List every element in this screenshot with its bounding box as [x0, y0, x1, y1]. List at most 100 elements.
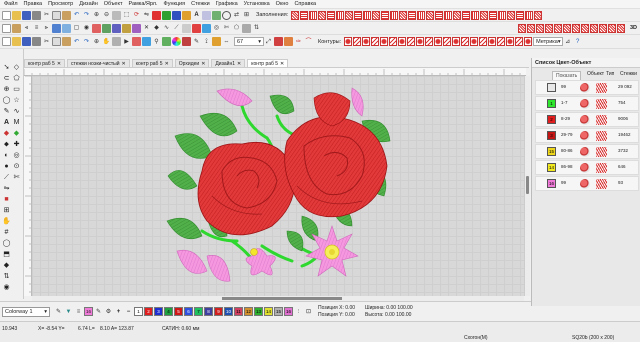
trace-icon[interactable] [242, 23, 251, 33]
star-tool-icon[interactable]: ☆ [12, 96, 21, 105]
mirror-icon[interactable]: ⇋ [142, 11, 151, 20]
pos-y-input[interactable]: 0.00 [345, 312, 355, 318]
color-swatch[interactable]: 2 [144, 307, 153, 316]
fill-pattern-sample[interactable] [435, 10, 444, 20]
color-swatch[interactable]: 12 [244, 307, 253, 316]
document-tab[interactable]: стежки ноэки-чистый ✕ [67, 59, 130, 67]
contour-pattern-sample[interactable] [371, 37, 380, 46]
vertical-scrollbar[interactable] [524, 76, 530, 296]
color-swatch[interactable]: 13 [254, 307, 263, 316]
new-file-icon[interactable] [2, 10, 11, 20]
zoom-in-icon[interactable]: ⊕ [92, 11, 101, 20]
text-icon[interactable]: A [192, 11, 201, 20]
rotate-icon[interactable]: ⟳ [132, 11, 141, 20]
contour-pattern-sample[interactable] [407, 37, 416, 46]
fill-pattern-sample[interactable] [544, 23, 553, 33]
applique-icon[interactable] [92, 23, 101, 33]
minus-icon[interactable]: − [124, 307, 133, 316]
fill-pattern-sample[interactable] [363, 10, 372, 20]
fill-pattern-sample[interactable] [309, 10, 318, 20]
document-tab[interactable]: контр раб 5 ✕ [131, 59, 173, 67]
fill-pattern-sample[interactable] [372, 10, 381, 20]
fill-pattern-sample[interactable] [318, 10, 327, 20]
border-tool-icon[interactable] [202, 23, 211, 33]
paste-icon[interactable] [62, 10, 71, 20]
close-icon[interactable]: ✕ [122, 61, 126, 67]
list-item[interactable]: 99 29 092 [535, 80, 639, 95]
print-icon[interactable] [32, 10, 41, 20]
connect-icon[interactable] [162, 37, 171, 46]
contour-pattern-sample[interactable] [416, 37, 425, 46]
color2-icon[interactable] [162, 10, 171, 20]
fill-pattern-sample[interactable] [607, 23, 616, 33]
hoop-tool-icon[interactable]: ◯ [2, 239, 11, 248]
contour-pattern-sample[interactable] [380, 37, 389, 46]
zoom-out-icon[interactable]: ⊖ [102, 11, 111, 20]
contour-pattern-sample[interactable] [524, 37, 533, 46]
measure-tool-icon[interactable]: ⊞ [2, 206, 11, 215]
node-icon[interactable]: ◆ [152, 24, 161, 33]
contour-pattern-sample[interactable] [344, 37, 353, 46]
contour-pattern-sample[interactable] [452, 37, 461, 46]
fill-pattern-sample[interactable] [571, 23, 580, 33]
color-swatch[interactable]: 2 [547, 115, 556, 124]
cut-small-icon[interactable]: ✂ [42, 37, 51, 46]
bean-icon[interactable] [122, 23, 131, 33]
add-icon[interactable]: + [114, 307, 123, 316]
undo-icon[interactable]: ↶ [72, 11, 81, 20]
new-icon[interactable] [2, 37, 11, 46]
grid-icon[interactable] [112, 10, 121, 20]
contour-pattern-sample[interactable] [434, 37, 443, 46]
label-3d[interactable]: 3D [630, 25, 637, 31]
realistic-icon[interactable] [132, 37, 141, 46]
color-wheel-icon[interactable] [172, 37, 181, 46]
polygon-icon[interactable]: ⬠ [12, 74, 21, 83]
zoom-small-icon[interactable]: ⊕ [92, 37, 101, 46]
fill-pattern-sample[interactable] [480, 10, 489, 20]
fill-pattern-sample[interactable] [408, 10, 417, 20]
align-right-icon[interactable]: ⫸ [42, 24, 51, 33]
contour-pattern-sample[interactable] [398, 37, 407, 46]
zoom-select[interactable]: 67 ▾ [234, 37, 264, 46]
document-tab[interactable]: Дизайн1 ✕ [211, 59, 246, 67]
fill-pattern-sample[interactable] [300, 10, 309, 20]
reshape-icon[interactable]: ⬠ [232, 24, 241, 33]
satin-tool-icon[interactable]: ◆ [12, 129, 21, 138]
bezier-icon[interactable]: ∿ [162, 24, 171, 33]
rect-tool-icon[interactable]: ▭ [12, 85, 21, 94]
color-swatch[interactable]: 16 [547, 179, 556, 188]
motif-icon[interactable] [132, 23, 141, 33]
save-small-icon[interactable] [22, 37, 31, 46]
run-stitch-icon[interactable] [274, 37, 283, 46]
menu-item[interactable]: Функция [164, 1, 186, 7]
layers-icon[interactable] [12, 23, 21, 33]
lock-icon[interactable]: ▢ [72, 24, 81, 33]
list-item[interactable]: 3 29-79 19462 [535, 128, 639, 143]
fill-pattern-sample[interactable] [616, 23, 625, 33]
menu-item[interactable]: Графика [216, 1, 238, 7]
fill-pattern-sample[interactable] [598, 23, 607, 33]
knife-icon[interactable]: ⟋ [172, 24, 181, 33]
zoom-tool-icon[interactable]: ⊕ [2, 85, 11, 94]
width-input[interactable]: 0.00 [386, 305, 396, 311]
pencil-tool-icon[interactable]: ✎ [2, 107, 11, 116]
run-icon[interactable] [112, 23, 121, 33]
fill-pattern-sample[interactable] [336, 10, 345, 20]
fill-pattern-sample[interactable] [489, 10, 498, 20]
current-color-swatch[interactable]: 16 [84, 307, 93, 316]
weld-tool-icon[interactable]: ⬒ [2, 250, 11, 259]
contour-pattern-sample[interactable] [425, 37, 434, 46]
save-icon[interactable] [22, 10, 31, 20]
list-item[interactable]: 16 99 93 [535, 176, 639, 191]
align-left-icon[interactable]: ⫷ [22, 24, 31, 33]
list-item[interactable]: 14 86-98 646 [535, 160, 639, 175]
design-canvas[interactable] [32, 76, 526, 296]
colorway-select[interactable]: Colorway 1 ▾ [2, 306, 50, 317]
paste-small-icon[interactable] [62, 37, 71, 46]
color-swatch[interactable]: 9 [214, 307, 223, 316]
copy-small-icon[interactable] [52, 37, 61, 46]
trim-icon[interactable]: ✄ [222, 24, 231, 33]
fill-pattern-sample[interactable] [589, 23, 598, 33]
color-swatch[interactable]: 14 [547, 163, 556, 172]
hole-icon[interactable]: ◎ [212, 24, 221, 33]
